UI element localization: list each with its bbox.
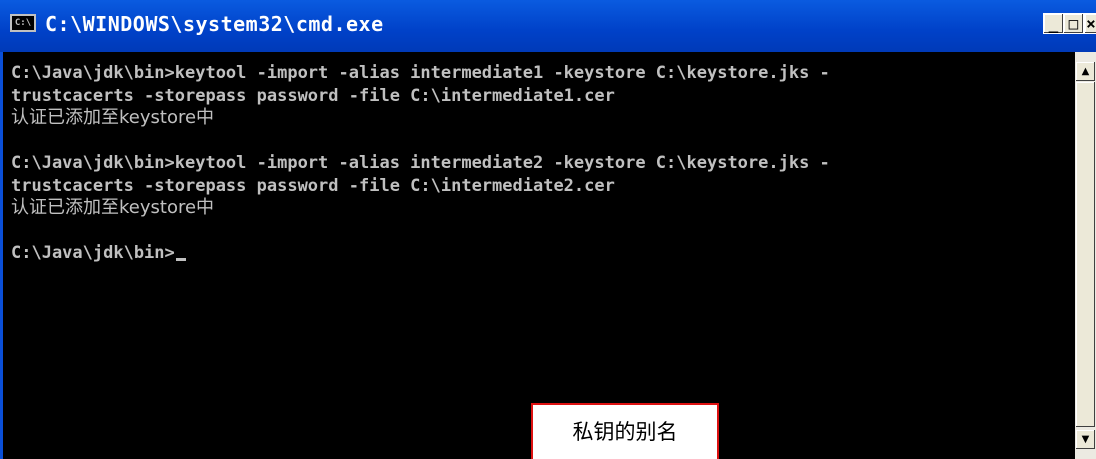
console-line: 认证已添加至keystore中 — [11, 197, 215, 218]
window-title: C:\WINDOWS\system32\cmd.exe — [45, 12, 384, 36]
scroll-down-arrow-icon[interactable]: ▼ — [1076, 430, 1095, 449]
title-bar[interactable]: C:\ C:\WINDOWS\system32\cmd.exe _ □ × — [0, 0, 1096, 52]
console-line: trustcacerts -storepass password -file C… — [11, 175, 615, 196]
annotation-callout: 私钥的别名 — [531, 403, 719, 459]
console-prompt-line: C:\Java\jdk\bin> — [11, 242, 1075, 265]
scrollbar-thumb[interactable] — [1076, 82, 1095, 427]
cmd-app-icon[interactable]: C:\ — [10, 14, 36, 32]
console-line: trustcacerts -storepass password -file C… — [11, 85, 615, 106]
cmd-window: C:\ C:\WINDOWS\system32\cmd.exe _ □ × C:… — [0, 0, 1096, 459]
maximize-button[interactable]: □ — [1063, 13, 1084, 34]
console-line: C:\Java\jdk\bin>keytool -import -alias i… — [11, 153, 830, 173]
text-cursor — [175, 258, 186, 261]
vertical-scrollbar[interactable]: ▲ ▼ — [1075, 52, 1096, 459]
minimize-button[interactable]: _ — [1043, 13, 1064, 34]
scroll-up-arrow-icon[interactable]: ▲ — [1076, 62, 1095, 81]
console-line: 认证已添加至keystore中 — [11, 107, 215, 128]
window-left-border — [0, 52, 11, 459]
console-line: C:\Java\jdk\bin>keytool -import -alias i… — [11, 63, 830, 83]
console-prompt: C:\Java\jdk\bin> — [11, 243, 175, 263]
close-button[interactable]: × — [1084, 13, 1096, 34]
console-output[interactable]: C:\Java\jdk\bin>keytool -import -alias i… — [11, 52, 1075, 459]
